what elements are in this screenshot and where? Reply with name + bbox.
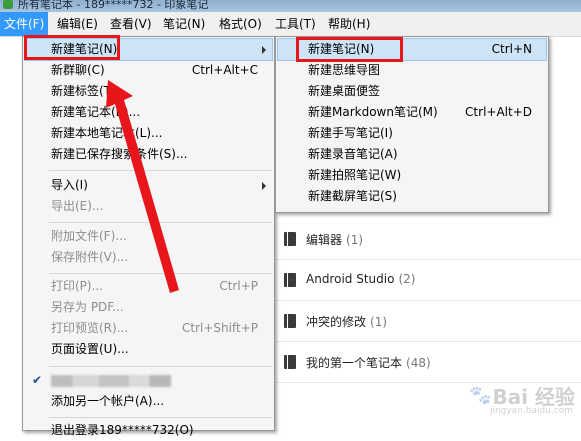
watermark: 🐾 Bai 经验 jingyan.baidu.com: [469, 381, 575, 421]
watermark-subtext: jingyan.baidu.com: [489, 406, 573, 416]
annotation-arrow-shape: [106, 80, 179, 293]
paw-icon: 🐾: [469, 385, 492, 406]
annotation-arrow: [106, 80, 179, 293]
